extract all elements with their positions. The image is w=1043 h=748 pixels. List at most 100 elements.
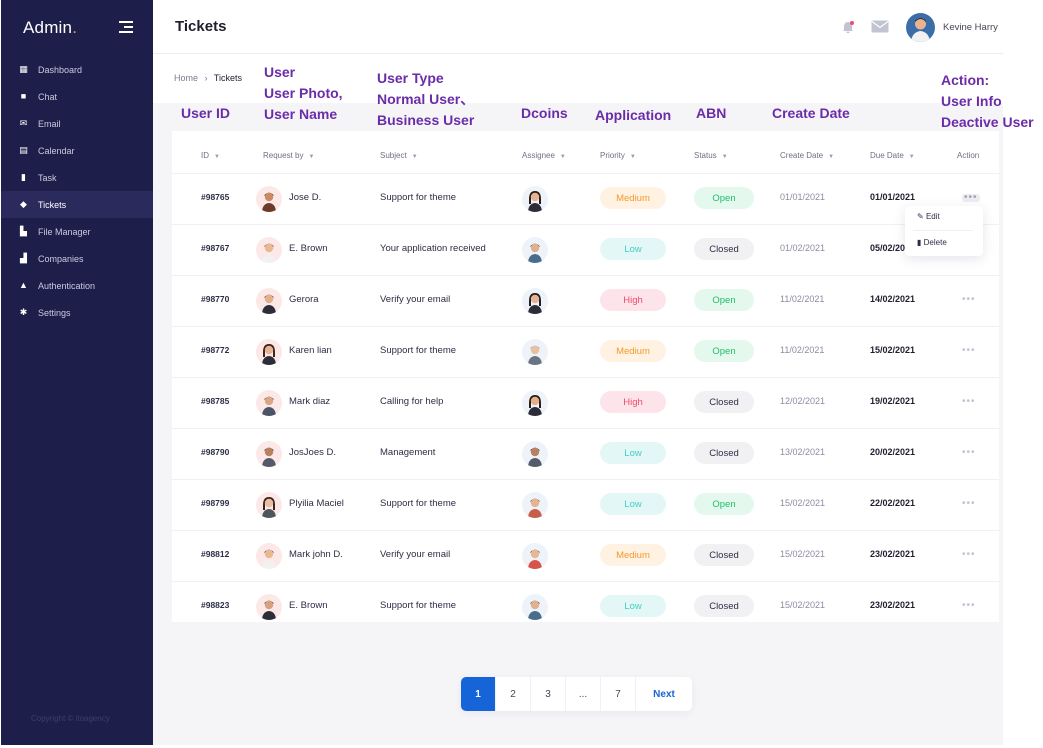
header-username[interactable]: Kevine Harry [943,22,998,33]
ticket-id: #98772 [201,345,230,355]
assignee-avatar [522,543,548,569]
more-actions-icon[interactable]: ••• [962,346,976,356]
more-actions-icon[interactable]: ••• [962,499,976,509]
page-button-3[interactable]: 3 [531,677,566,711]
edit-icon: ✎ [917,212,924,221]
sidebar-item-label: Task [38,172,57,183]
status-badge: Closed [694,442,754,464]
email-icon: ✉ [19,118,28,128]
create-date: 15/02/2021 [780,549,826,559]
requester-name: Gerora [289,294,319,305]
ticket-subject: Verify your email [380,549,451,560]
table-row[interactable]: #98812 Mark john D. Verify your email Mediu… [172,530,999,581]
sort-caret-icon: ▼ [214,154,220,160]
requester-name: Jose D. [289,192,322,203]
assignee-avatar [522,594,548,620]
table-row[interactable]: #98770 Gerora Verify your email High Open 11/… [172,275,999,326]
more-actions-icon[interactable]: ••• [962,193,980,203]
page-button-1[interactable]: 1 [461,677,496,711]
table-row[interactable]: #98772 Karen lian Support for theme Medium O… [172,326,999,377]
mail-icon[interactable] [871,20,889,33]
column-header-status-label: Status [694,151,717,160]
more-actions-icon[interactable]: ••• [962,295,976,305]
copyright: Copyright © itoagency [31,714,110,723]
sidebar-item-calendar[interactable]: ▤ Calendar [1,137,153,164]
bell-icon[interactable] [841,20,855,34]
next-page-button[interactable]: Next [636,677,692,711]
ticket-subject: Support for theme [380,498,457,509]
create-date: 13/02/2021 [780,447,826,457]
breadcrumb-current: Tickets [213,73,243,83]
brand-logo[interactable]: Admin. [23,18,77,38]
create-date: 11/02/2021 [780,345,825,355]
annotation-action-line2: User Info [941,93,1002,109]
status-badge: Closed [694,544,754,566]
create-date: 15/02/2021 [780,498,826,508]
table-row[interactable]: #98799 Plyilia Maciel Support for theme Low… [172,479,999,530]
status-badge: Open [694,289,754,311]
sidebar-item-chat[interactable]: ■ Chat [1,83,153,110]
menu-toggle-icon[interactable] [119,21,133,33]
column-header-create-date[interactable]: Create Date ▼ [780,151,834,160]
task-icon: ▮ [21,172,26,182]
assignee-avatar [522,441,548,467]
ticket-subject: Management [380,447,436,458]
pagination-ellipsis: ... [566,677,601,711]
sort-caret-icon: ▼ [721,154,728,160]
user-avatar[interactable] [906,13,935,42]
top-header: Tickets Kevine Harry [153,0,1003,54]
edit-menu-item[interactable]: ✎ Edit [917,212,940,221]
status-badge: Closed [694,238,754,260]
priority-badge: Low [600,442,666,464]
more-actions-icon[interactable]: ••• [962,601,976,611]
sidebar-item-email[interactable]: ✉ Email [1,110,153,137]
table-row[interactable]: #98767 E. Brown Your application received L… [172,224,999,275]
sidebar-item-task[interactable]: ▮ Task [1,164,153,191]
column-header-status[interactable]: Status ▼ [694,151,728,160]
table-row[interactable]: #98765 Jose D. Support for theme Medium Open… [172,173,999,224]
sidebar-item-companies[interactable]: ▟ Companies [1,245,153,272]
assignee-avatar [522,492,548,518]
more-actions-icon[interactable]: ••• [962,397,976,407]
annotation-user-line2: User Photo, [264,85,343,101]
sidebar-item-settings[interactable]: ✱ Settings [1,299,153,326]
annotation-dcoins: Dcoins [521,105,568,121]
sidebar: Admin. ▦ Dashboard ■ Chat ✉ Email ▤ Calendar ▮ Ta… [1,0,153,745]
assignee-avatar [522,288,548,314]
ticket-subject: Support for theme [380,345,457,356]
column-header-id[interactable]: ID ▼ [201,151,220,160]
column-header-assignee[interactable]: Assignee ▼ [522,151,566,160]
table-row[interactable]: #98790 JosJoes D. Management Low Closed 13/02… [172,428,999,479]
sidebar-item-authentication[interactable]: ▲ Authentication [1,272,153,299]
column-header-priority[interactable]: Priority ▼ [600,151,636,160]
annotation-user-type: User Type Normal User、 Business User [377,68,474,131]
column-header-subject[interactable]: Subject ▼ [380,151,418,160]
sidebar-item-label: Tickets [38,199,67,210]
column-header-request-by[interactable]: Request by ▼ [263,151,314,160]
status-badge: Closed [694,595,754,617]
sidebar-item-tickets[interactable]: ◆ Tickets [1,191,153,218]
page-button-2[interactable]: 2 [496,677,531,711]
priority-badge: Low [600,493,666,515]
assignee-avatar [522,186,548,212]
chat-icon: ■ [20,91,27,101]
status-badge: Open [694,493,754,515]
column-header-due-date[interactable]: Due Date ▼ [870,151,915,160]
sort-caret-icon: ▼ [908,154,915,160]
delete-menu-item[interactable]: ▮ Delete [917,238,947,247]
column-header-assignee-label: Assignee [522,151,555,160]
ticket-subject: Support for theme [380,192,457,203]
sidebar-item-dashboard[interactable]: ▦ Dashboard [1,56,153,83]
annotation-user-line3: User Name [264,106,338,122]
more-actions-icon[interactable]: ••• [962,448,976,458]
dashboard-icon: ▦ [19,64,28,74]
sidebar-item-file-manager[interactable]: ▙ File Manager [1,218,153,245]
table-row[interactable]: #98823 E. Brown Support for theme Low Closed… [172,581,999,632]
lock-icon: ▲ [19,280,28,290]
create-date: 01/01/2021 [780,192,826,202]
breadcrumb-home[interactable]: Home [174,73,198,83]
ticket-id: #98770 [201,294,230,304]
table-row[interactable]: #98785 Mark diaz Calling for help High Close… [172,377,999,428]
more-actions-icon[interactable]: ••• [962,550,976,560]
page-button-7[interactable]: 7 [601,677,636,711]
